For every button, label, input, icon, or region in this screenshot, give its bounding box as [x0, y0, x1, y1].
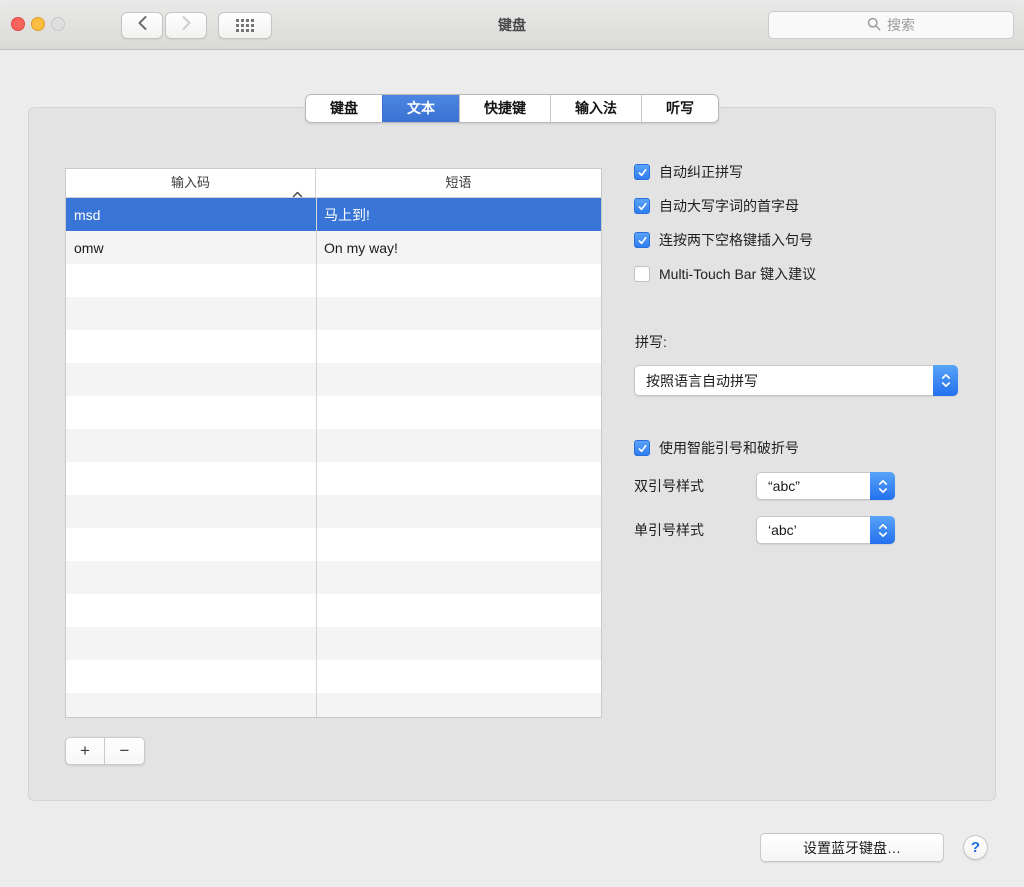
- cell-phrase: On my way!: [316, 240, 601, 256]
- tab-bar: 键盘 文本 快捷键 输入法 听写: [305, 94, 719, 123]
- double-quote-row: 双引号样式 “abc”: [634, 472, 895, 500]
- option-smart-quotes[interactable]: 使用智能引号和破折号: [634, 437, 799, 459]
- fullscreen-button: [51, 17, 65, 31]
- magnifier-icon: [867, 17, 881, 34]
- chevron-left-icon: [137, 15, 148, 36]
- checkbox-checked-icon[interactable]: [634, 440, 650, 456]
- cell-input-code: omw: [66, 240, 316, 256]
- search-placeholder: 搜索: [887, 15, 915, 35]
- show-all-button[interactable]: [218, 12, 272, 39]
- back-button[interactable]: [121, 12, 163, 39]
- checkbox-unchecked-icon[interactable]: [634, 266, 650, 282]
- spelling-popup[interactable]: 按照语言自动拼写: [634, 365, 958, 396]
- up-down-chevrons-icon: [933, 365, 958, 396]
- list-edit-buttons: + −: [65, 737, 145, 765]
- minimize-button[interactable]: [31, 17, 45, 31]
- tab-dictation[interactable]: 听写: [641, 95, 718, 122]
- option-touchbar-suggestions[interactable]: Multi-Touch Bar 键入建议: [634, 263, 816, 285]
- text-options: 自动纠正拼写 自动大写字词的首字母 连按两下空格键插入句号 Multi-Touc…: [634, 161, 816, 285]
- app-grid-icon: [236, 19, 254, 32]
- single-quote-row: 单引号样式 ‘abc’: [634, 516, 895, 544]
- checkbox-checked-icon[interactable]: [634, 164, 650, 180]
- up-down-chevrons-icon: [870, 472, 895, 500]
- text-replacements-table: 输入码 短语 msd 马上到! omw On my way!: [65, 168, 602, 718]
- single-quote-value: ‘abc’: [757, 522, 797, 538]
- search-input[interactable]: 搜索: [768, 11, 1014, 39]
- checkbox-checked-icon[interactable]: [634, 198, 650, 214]
- single-quote-label: 单引号样式: [634, 520, 756, 540]
- option-autocorrect[interactable]: 自动纠正拼写: [634, 161, 816, 183]
- option-double-space-period[interactable]: 连按两下空格键插入句号: [634, 229, 816, 251]
- cell-phrase: 马上到!: [316, 205, 601, 225]
- add-button[interactable]: +: [65, 737, 105, 765]
- traffic-lights: [11, 17, 65, 31]
- checkbox-checked-icon[interactable]: [634, 232, 650, 248]
- close-button[interactable]: [11, 17, 25, 31]
- spelling-label: 拼写:: [635, 332, 667, 352]
- table-row[interactable]: omw On my way!: [66, 231, 601, 264]
- spelling-popup-value: 按照语言自动拼写: [635, 371, 758, 391]
- column-header-phrase[interactable]: 短语: [316, 169, 601, 197]
- tab-input-sources[interactable]: 输入法: [550, 95, 641, 122]
- setup-bluetooth-keyboard-button[interactable]: 设置蓝牙键盘…: [760, 833, 944, 862]
- table-row[interactable]: msd 马上到!: [66, 198, 601, 231]
- tab-shortcuts[interactable]: 快捷键: [459, 95, 550, 122]
- tab-text[interactable]: 文本: [382, 95, 459, 122]
- help-button[interactable]: ?: [963, 835, 988, 860]
- up-down-chevrons-icon: [870, 516, 895, 544]
- remove-button[interactable]: −: [105, 737, 145, 765]
- tab-keyboard[interactable]: 键盘: [306, 95, 382, 122]
- column-divider: [316, 198, 317, 717]
- forward-button[interactable]: [165, 12, 207, 39]
- single-quote-popup[interactable]: ‘abc’: [756, 516, 895, 544]
- empty-rows-area: [66, 264, 601, 717]
- table-body: msd 马上到! omw On my way!: [66, 198, 601, 717]
- cell-input-code: msd: [66, 207, 316, 223]
- window-title: 键盘: [300, 0, 724, 50]
- double-quote-label: 双引号样式: [634, 476, 756, 496]
- titlebar: 键盘 搜索: [0, 0, 1024, 50]
- double-quote-value: “abc”: [757, 478, 800, 494]
- chevron-right-icon: [181, 15, 192, 36]
- column-header-input-code[interactable]: 输入码: [66, 169, 316, 197]
- option-capitalize[interactable]: 自动大写字词的首字母: [634, 195, 816, 217]
- nav-buttons: [121, 12, 207, 39]
- table-header: 输入码 短语: [66, 169, 601, 198]
- double-quote-popup[interactable]: “abc”: [756, 472, 895, 500]
